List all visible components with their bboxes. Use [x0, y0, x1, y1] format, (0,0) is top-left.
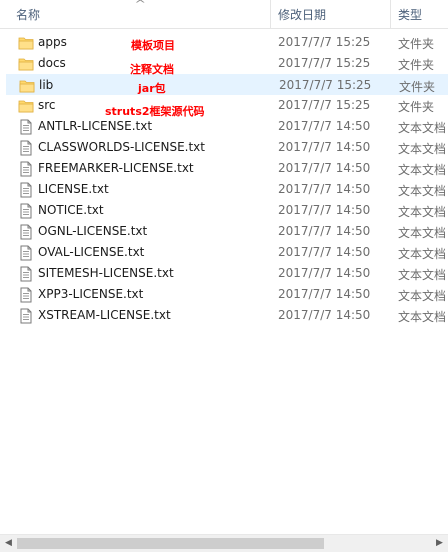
- modified-date: 2017/7/7 15:25: [278, 56, 371, 70]
- file-row[interactable]: CLASSWORLDS-LICENSE.txt 2017/7/7 14:50 文本文…: [6, 137, 448, 158]
- folder-icon: [19, 78, 35, 94]
- text-file-icon: [18, 224, 34, 240]
- folder-row[interactable]: docs 2017/7/7 15:25 文件夹: [6, 53, 448, 74]
- annotation-apps: 模板项目: [131, 39, 175, 52]
- file-row[interactable]: XSTREAM-LICENSE.txt 2017/7/7 14:50 文本文档: [6, 305, 448, 326]
- file-type: 文本文档: [398, 289, 447, 303]
- modified-date: 2017/7/7 14:50: [278, 119, 371, 133]
- file-type: 文件夹: [399, 80, 436, 94]
- file-type: 文本文档: [398, 226, 447, 240]
- text-file-icon: [18, 245, 34, 261]
- file-name: OGNL-LICENSE.txt: [38, 224, 148, 238]
- annotation-docs: 注释文档: [130, 63, 174, 76]
- file-name: LICENSE.txt: [38, 182, 109, 196]
- text-file-icon: [18, 266, 34, 282]
- column-divider[interactable]: [270, 0, 271, 28]
- folder-row[interactable]: lib 2017/7/7 15:25 文件夹: [6, 74, 448, 95]
- file-name: NOTICE.txt: [38, 203, 104, 217]
- column-header-bar: ^ 名称 修改日期 类型: [0, 0, 448, 29]
- text-file-icon: [18, 203, 34, 219]
- sort-up-icon: ^: [134, 0, 147, 10]
- file-type: 文件夹: [398, 58, 435, 72]
- folder-icon: [18, 56, 34, 72]
- file-type: 文本文档: [398, 142, 447, 156]
- file-row[interactable]: NOTICE.txt 2017/7/7 14:50 文本文档: [6, 200, 448, 221]
- file-row[interactable]: ANTLR-LICENSE.txt 2017/7/7 14:50 文本文档: [6, 116, 448, 137]
- modified-date: 2017/7/7 14:50: [278, 287, 371, 301]
- file-row[interactable]: OGNL-LICENSE.txt 2017/7/7 14:50 文本文档: [6, 221, 448, 242]
- file-type: 文本文档: [398, 268, 447, 282]
- column-divider[interactable]: [390, 0, 391, 28]
- folder-icon: [18, 98, 34, 114]
- modified-date: 2017/7/7 14:50: [278, 266, 371, 280]
- scrollbar-thumb[interactable]: [17, 538, 324, 549]
- file-type: 文本文档: [398, 247, 447, 261]
- modified-date: 2017/7/7 14:50: [278, 308, 371, 322]
- modified-date: 2017/7/7 15:25: [278, 35, 371, 49]
- file-name: ANTLR-LICENSE.txt: [38, 119, 153, 133]
- file-name: docs: [38, 56, 66, 70]
- file-name: src: [38, 98, 56, 112]
- file-row[interactable]: SITEMESH-LICENSE.txt 2017/7/7 14:50 文本文档: [6, 263, 448, 284]
- modified-date: 2017/7/7 14:50: [278, 203, 371, 217]
- text-file-icon: [18, 140, 34, 156]
- modified-date: 2017/7/7 15:25: [279, 78, 372, 92]
- file-name: FREEMARKER-LICENSE.txt: [38, 161, 194, 175]
- file-type: 文本文档: [398, 205, 447, 219]
- column-header-date[interactable]: 修改日期: [278, 6, 326, 23]
- file-name: apps: [38, 35, 67, 49]
- file-name: CLASSWORLDS-LICENSE.txt: [38, 140, 205, 154]
- column-header-type[interactable]: 类型: [398, 6, 422, 23]
- column-header-name[interactable]: 名称: [16, 6, 40, 23]
- file-row[interactable]: LICENSE.txt 2017/7/7 14:50 文本文档: [6, 179, 448, 200]
- file-name: XSTREAM-LICENSE.txt: [38, 308, 171, 322]
- folder-row[interactable]: src 2017/7/7 15:25 文件夹: [6, 95, 448, 116]
- file-name: lib: [39, 78, 54, 92]
- modified-date: 2017/7/7 14:50: [278, 161, 371, 175]
- scroll-left-arrow-icon[interactable]: ◀: [0, 535, 17, 552]
- annotation-src: struts2框架源代码: [105, 105, 205, 118]
- modified-date: 2017/7/7 14:50: [278, 245, 371, 259]
- folder-row[interactable]: apps 2017/7/7 15:25 文件夹: [6, 32, 448, 53]
- text-file-icon: [18, 182, 34, 198]
- file-type: 文本文档: [398, 184, 447, 198]
- annotation-lib: jar包: [138, 82, 166, 95]
- text-file-icon: [18, 287, 34, 303]
- file-type: 文本文档: [398, 163, 447, 177]
- file-type: 文本文档: [398, 121, 447, 135]
- file-type: 文本文档: [398, 310, 447, 324]
- modified-date: 2017/7/7 14:50: [278, 140, 371, 154]
- file-row[interactable]: XPP3-LICENSE.txt 2017/7/7 14:50 文本文档: [6, 284, 448, 305]
- modified-date: 2017/7/7 15:25: [278, 98, 371, 112]
- text-file-icon: [18, 308, 34, 324]
- file-name: OVAL-LICENSE.txt: [38, 245, 145, 259]
- folder-icon: [18, 35, 34, 51]
- scroll-right-arrow-icon[interactable]: ▶: [431, 535, 448, 552]
- file-type: 文件夹: [398, 37, 435, 51]
- file-row[interactable]: OVAL-LICENSE.txt 2017/7/7 14:50 文本文档: [6, 242, 448, 263]
- file-row[interactable]: FREEMARKER-LICENSE.txt 2017/7/7 14:50 文本文档: [6, 158, 448, 179]
- modified-date: 2017/7/7 14:50: [278, 224, 371, 238]
- file-type: 文件夹: [398, 100, 435, 114]
- modified-date: 2017/7/7 14:50: [278, 182, 371, 196]
- text-file-icon: [18, 119, 34, 135]
- file-name: XPP3-LICENSE.txt: [38, 287, 144, 301]
- file-name: SITEMESH-LICENSE.txt: [38, 266, 174, 280]
- text-file-icon: [18, 161, 34, 177]
- horizontal-scrollbar[interactable]: ◀ ▶: [0, 534, 448, 552]
